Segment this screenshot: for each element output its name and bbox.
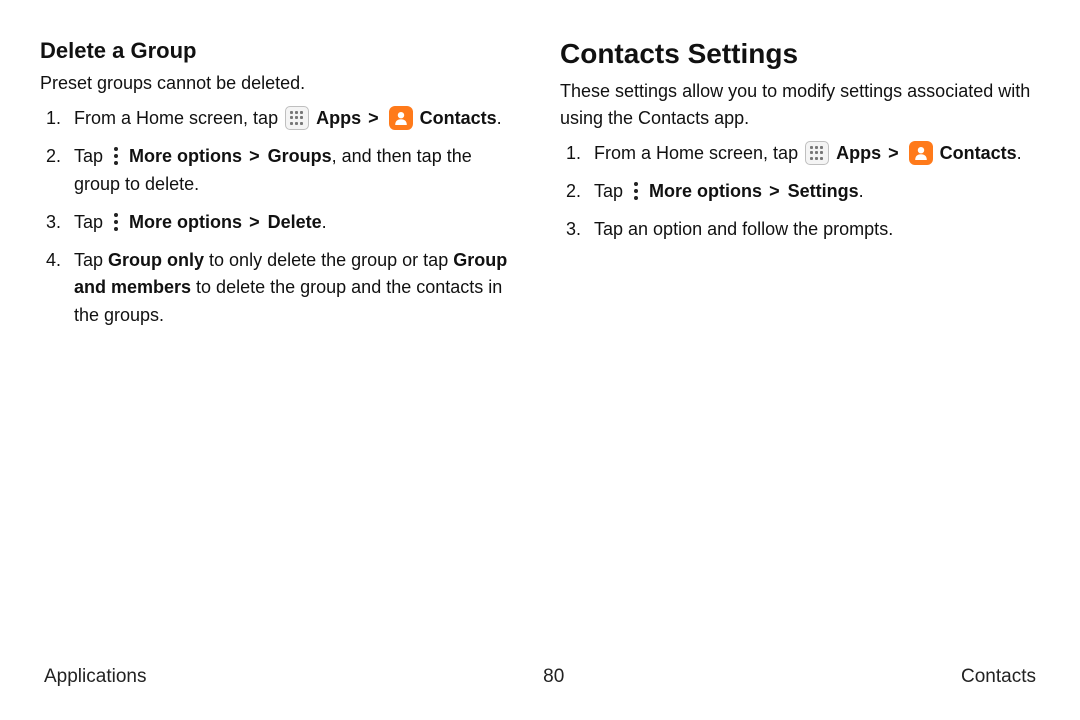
step-1: From a Home screen, tap Apps > — [560, 140, 1040, 168]
more-options-label: More options — [649, 181, 762, 201]
chevron-right-icon: > — [769, 181, 780, 201]
step-2: Tap More options > Settings. — [560, 178, 1040, 206]
footer-right: Contacts — [961, 666, 1036, 688]
chevron-right-icon: > — [249, 212, 260, 232]
contacts-label: Contacts — [420, 108, 497, 128]
chevron-right-icon: > — [249, 146, 260, 166]
step-4: Tap Group only to only delete the group … — [40, 247, 520, 331]
contacts-settings-lead: These settings allow you to modify setti… — [560, 78, 1040, 132]
more-options-icon — [110, 211, 122, 233]
delete-group-heading: Delete a Group — [40, 38, 520, 64]
apps-icon-grid — [810, 146, 824, 160]
settings-label: Settings — [788, 181, 859, 201]
delete-group-lead: Preset groups cannot be deleted. — [40, 70, 520, 97]
more-options-label: More options — [129, 146, 242, 166]
step-3: Tap an option and follow the prompts. — [560, 216, 1040, 244]
footer-left: Applications — [44, 666, 146, 688]
apps-label: Apps — [316, 108, 361, 128]
apps-icon — [805, 141, 829, 165]
step-text: Tap — [594, 181, 628, 201]
step-text: . — [859, 181, 864, 201]
two-column-layout: Delete a Group Preset groups cannot be d… — [40, 38, 1040, 340]
apps-icon — [285, 106, 309, 130]
step-text: From a Home screen, tap — [594, 143, 803, 163]
apps-label: Apps — [836, 143, 881, 163]
more-options-label: More options — [129, 212, 242, 232]
step-text: Tap an option and follow the prompts. — [594, 219, 893, 239]
more-options-icon — [630, 180, 642, 202]
contacts-icon-svg — [393, 110, 409, 126]
left-column: Delete a Group Preset groups cannot be d… — [40, 38, 520, 340]
chevron-right-icon: > — [888, 143, 899, 163]
chevron-right-icon: > — [368, 108, 379, 128]
contacts-settings-heading: Contacts Settings — [560, 38, 1040, 70]
apps-icon-grid — [290, 111, 304, 125]
contacts-settings-steps: From a Home screen, tap Apps > — [560, 140, 1040, 244]
step-text: Tap — [74, 212, 108, 232]
delete-label: Delete — [268, 212, 322, 232]
step-text: . — [497, 108, 502, 128]
contacts-icon-svg — [913, 145, 929, 161]
contacts-icon — [389, 106, 413, 130]
group-only-label: Group only — [108, 250, 204, 270]
step-text: . — [1017, 143, 1022, 163]
manual-page: Delete a Group Preset groups cannot be d… — [0, 0, 1080, 720]
step-text: Tap — [74, 250, 108, 270]
contacts-label: Contacts — [940, 143, 1017, 163]
step-text: . — [322, 212, 327, 232]
step-text: to only delete the group or tap — [204, 250, 453, 270]
page-footer: Applications 80 Contacts — [40, 666, 1040, 690]
step-3: Tap More options > Delete. — [40, 209, 520, 237]
delete-group-steps: From a Home screen, tap Apps > — [40, 105, 520, 330]
step-text: Tap — [74, 146, 108, 166]
step-2: Tap More options > Groups, and then tap … — [40, 143, 520, 199]
step-text: From a Home screen, tap — [74, 108, 283, 128]
right-column: Contacts Settings These settings allow y… — [560, 38, 1040, 340]
groups-label: Groups — [268, 146, 332, 166]
more-options-icon — [110, 145, 122, 167]
footer-page-number: 80 — [543, 666, 564, 688]
contacts-icon — [909, 141, 933, 165]
step-1: From a Home screen, tap Apps > — [40, 105, 520, 133]
